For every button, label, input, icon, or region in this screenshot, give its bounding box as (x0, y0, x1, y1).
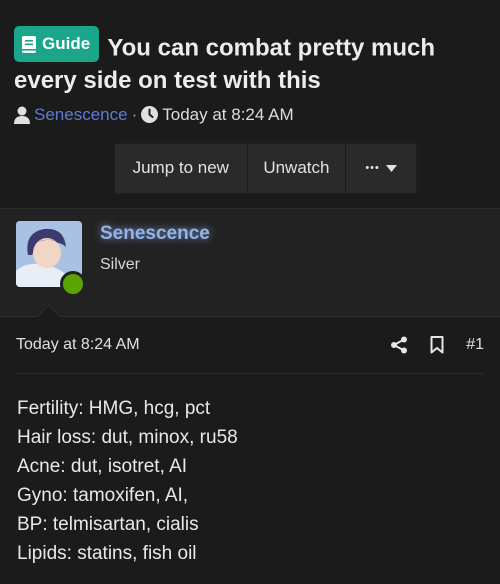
post-line: Gyno: tamoxifen, AI, (17, 484, 189, 506)
thread-actions-bar: Jump to new Unwatch ••• (114, 142, 417, 194)
more-dots: ••• (365, 162, 380, 174)
thread-author-link[interactable]: Senescence (34, 105, 128, 125)
thread-meta: Senescence · Today at 8:24 AM (14, 105, 486, 125)
jump-to-new-button[interactable]: Jump to new (115, 143, 248, 193)
thread-title: Guide You can combat pretty much every s… (14, 26, 486, 97)
post-number[interactable]: #1 (466, 336, 484, 354)
post-line: Fertility: HMG, hcg, pct (17, 397, 211, 419)
clock-icon (141, 106, 159, 123)
guide-prefix-badge[interactable]: Guide (14, 26, 100, 62)
avatar-wrap[interactable] (16, 220, 86, 297)
post-body: Fertility: HMG, hcg, pct Hair loss: dut,… (0, 374, 500, 568)
bookmark-icon[interactable] (430, 335, 444, 354)
share-icon[interactable] (390, 336, 408, 354)
post-username[interactable]: Senescence (100, 223, 210, 245)
book-icon (22, 35, 36, 53)
post-line: Lipids: statins, fish oil (17, 542, 197, 564)
online-status-dot (60, 270, 86, 297)
post-tools: #1 (390, 335, 484, 354)
user-title: Silver (100, 255, 141, 273)
post-line: Hair loss: dut, minox, ru58 (17, 426, 238, 448)
user-icon (14, 106, 30, 124)
meta-separator: · (131, 104, 138, 124)
caret-down-icon (385, 164, 397, 172)
post-header: Today at 8:24 AM #1 (16, 317, 484, 374)
post-line: BP: telmisartan, cialis (17, 513, 199, 535)
prefix-label: Guide (42, 34, 91, 53)
post-date[interactable]: Today at 8:24 AM (16, 336, 390, 354)
post-line: Acne: dut, isotret, AI (17, 455, 188, 477)
post-user-block: Senescence Silver (0, 208, 500, 329)
more-options-button[interactable]: ••• (346, 144, 416, 193)
thread-header: Guide You can combat pretty much every s… (0, 0, 500, 194)
thread-date[interactable]: Today at 8:24 AM (162, 105, 293, 125)
unwatch-button[interactable]: Unwatch (248, 143, 347, 193)
